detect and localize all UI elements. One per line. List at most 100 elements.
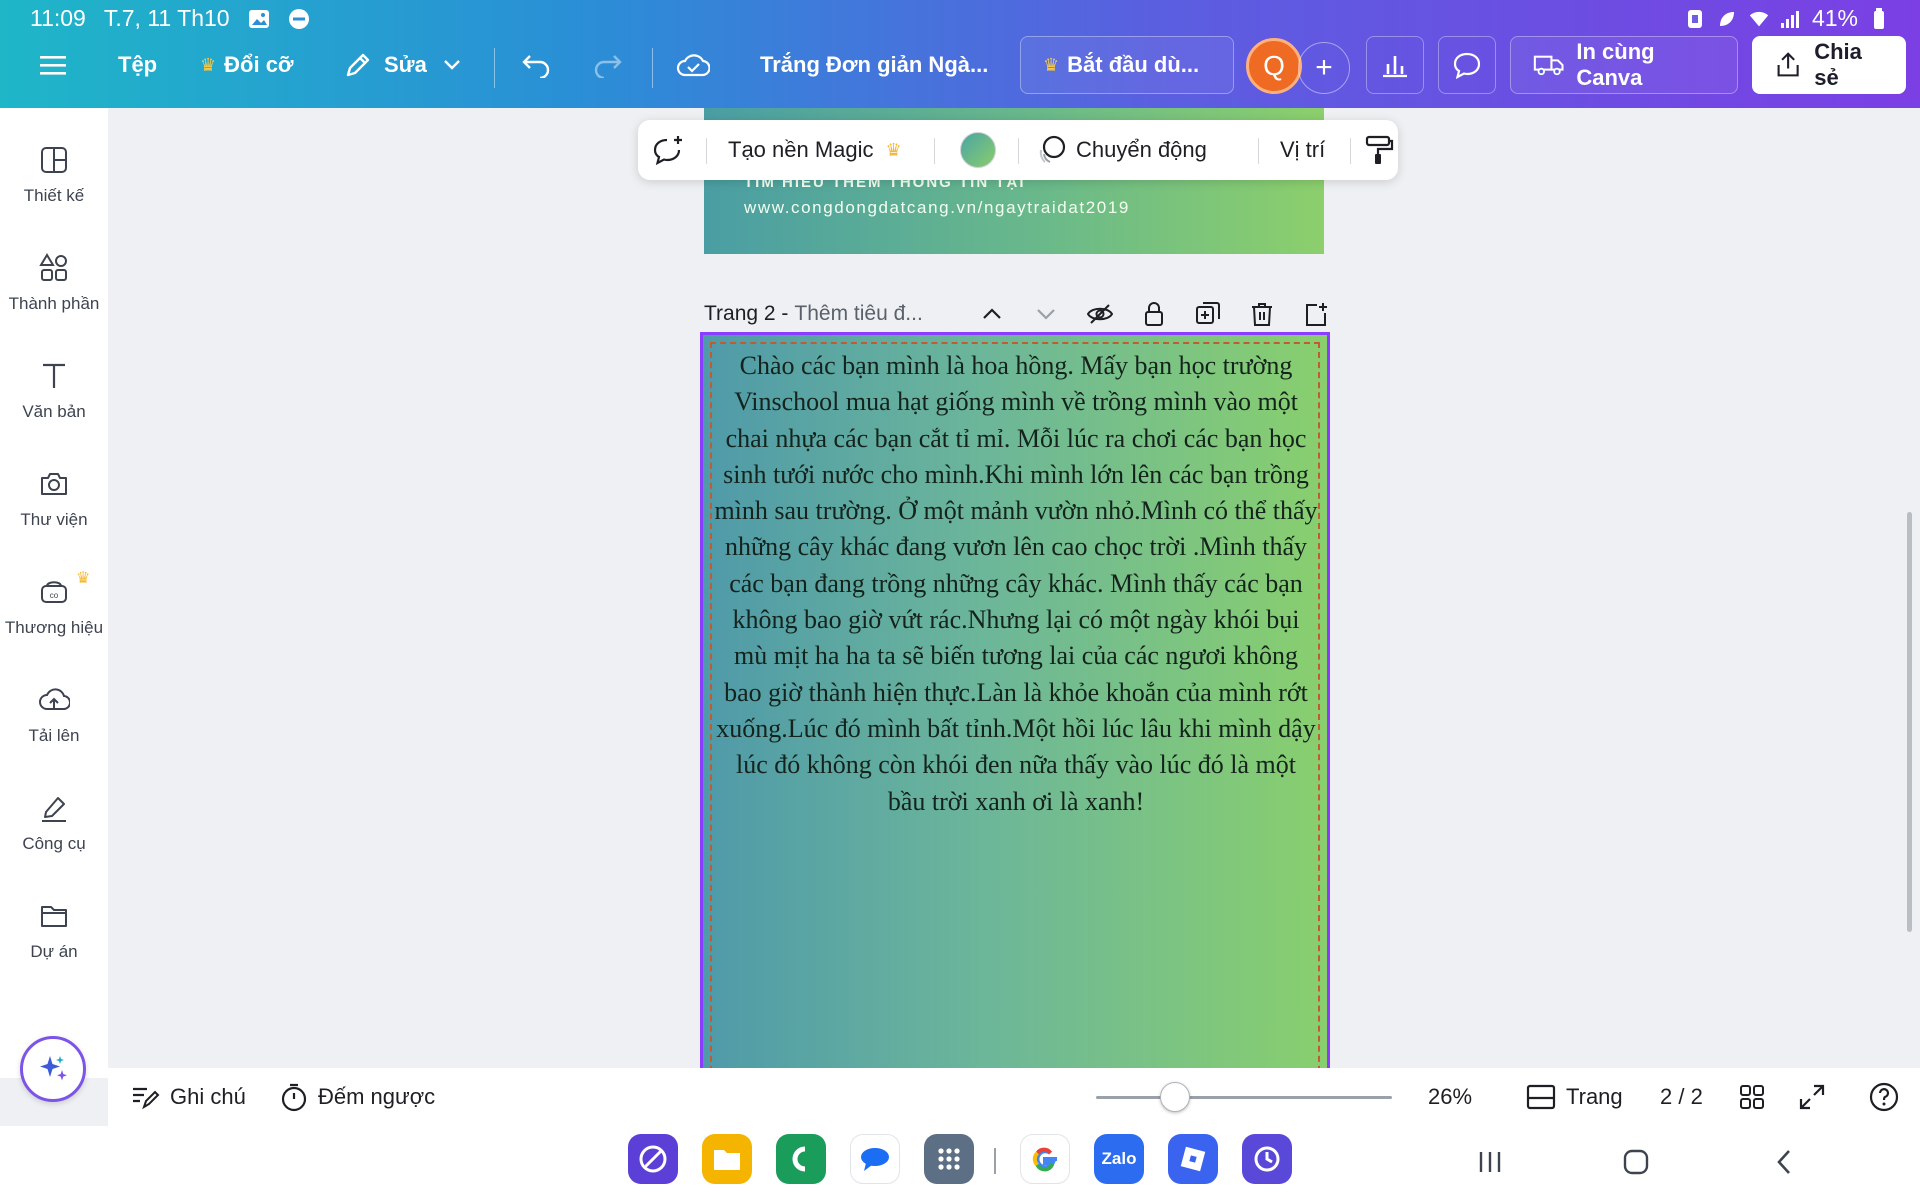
paint-roller-icon bbox=[1365, 135, 1394, 164]
nfc-icon bbox=[1684, 8, 1706, 30]
pages-button[interactable]: Trang bbox=[1526, 1068, 1623, 1126]
page-title-input[interactable]: Thêm tiêu đ... bbox=[794, 302, 922, 326]
sidebar-item-label: Công cụ bbox=[22, 834, 86, 853]
magic-background-button[interactable]: Tạo nền Magic ♛ bbox=[728, 120, 910, 180]
color-swatch bbox=[960, 132, 996, 168]
trial-label: Bắt đầu dù... bbox=[1067, 52, 1200, 77]
story-text[interactable]: Chào các bạn mình là hoa hồng. Mấy bạn h… bbox=[714, 348, 1318, 820]
pen-tool-icon bbox=[42, 797, 66, 822]
power-saving-icon bbox=[1716, 8, 1738, 30]
zalo-app-icon[interactable]: Zalo bbox=[1094, 1134, 1144, 1184]
edit-label: Sửa bbox=[384, 52, 427, 77]
dock-separator bbox=[994, 1148, 996, 1174]
add-page-button[interactable] bbox=[1300, 298, 1332, 330]
redo-button[interactable] bbox=[592, 36, 622, 94]
cloud-save-status[interactable] bbox=[676, 36, 710, 94]
sidebar-item-design[interactable]: Thiết kế bbox=[0, 144, 108, 244]
sidebar-item-label: Thương hiệu bbox=[4, 618, 104, 637]
file-menu[interactable]: Tệp bbox=[118, 36, 157, 94]
signal-icon bbox=[1780, 8, 1802, 30]
home-button[interactable] bbox=[1616, 1142, 1656, 1182]
hide-page-button[interactable] bbox=[1084, 298, 1116, 330]
resize-button[interactable]: ♛ Đổi cỡ bbox=[200, 36, 294, 94]
magic-bg-label: Tạo nền Magic bbox=[728, 137, 874, 162]
sidebar-item-label: Thiết kế bbox=[23, 186, 85, 205]
browser-app-icon[interactable] bbox=[628, 1134, 678, 1184]
layout-icon bbox=[41, 147, 67, 173]
sidebar-item-brand[interactable]: ♛ co Thương hiệu bbox=[0, 570, 108, 676]
timer-button[interactable]: Đếm ngược bbox=[280, 1068, 435, 1126]
app-header: 11:09 T.7, 11 Th10 41% Tệp ♛ Đổi cỡ Sửa … bbox=[0, 0, 1920, 108]
help-icon bbox=[1869, 1082, 1899, 1112]
page-count[interactable]: 2 / 2 bbox=[1660, 1068, 1703, 1126]
fullscreen-button[interactable] bbox=[1798, 1068, 1826, 1126]
zoom-slider-thumb[interactable] bbox=[1160, 1082, 1190, 1112]
user-avatar[interactable]: Q bbox=[1246, 37, 1302, 95]
sidebar-item-tools[interactable]: Công cụ bbox=[0, 792, 108, 892]
sidebar-item-uploads[interactable]: Tải lên bbox=[0, 684, 108, 784]
home-icon bbox=[1623, 1149, 1649, 1175]
google-app-icon[interactable] bbox=[1020, 1134, 1070, 1184]
comment-icon bbox=[1453, 52, 1481, 79]
zoom-slider-track[interactable] bbox=[1096, 1096, 1392, 1099]
page-down-button[interactable] bbox=[1030, 298, 1062, 330]
undo-button[interactable] bbox=[522, 36, 552, 94]
ai-comment-button[interactable] bbox=[652, 120, 686, 180]
app-drawer-icon[interactable] bbox=[924, 1134, 974, 1184]
help-button[interactable] bbox=[1868, 1068, 1900, 1126]
phone-app-icon[interactable] bbox=[776, 1134, 826, 1184]
animate-button[interactable]: Chuyển động bbox=[1036, 120, 1207, 180]
clock-app-icon[interactable] bbox=[1242, 1134, 1292, 1184]
sidebar-item-text[interactable]: Văn bản bbox=[0, 360, 108, 460]
delete-page-button[interactable] bbox=[1246, 298, 1278, 330]
page-2-canvas[interactable]: Chào các bạn mình là hoa hồng. Mấy bạn h… bbox=[700, 332, 1330, 1078]
cloud-check-icon bbox=[676, 54, 710, 77]
menu-button[interactable] bbox=[40, 36, 66, 94]
back-button[interactable] bbox=[1764, 1142, 1804, 1182]
status-date: T.7, 11 Th10 bbox=[103, 5, 230, 31]
sidebar-item-elements[interactable]: Thành phần bbox=[0, 252, 108, 352]
magic-assistant-button[interactable] bbox=[20, 1036, 86, 1102]
text-box-selection[interactable]: Chào các bạn mình là hoa hồng. Mấy bạn h… bbox=[710, 342, 1320, 1078]
canvas-workspace[interactable]: TÌM HIỂU THÊM THÔNG TIN TẠI www.congdong… bbox=[108, 108, 1920, 1078]
background-color-swatch[interactable] bbox=[960, 120, 996, 180]
position-button[interactable]: Vị trí bbox=[1280, 120, 1325, 180]
editor-toolbar: Tệp ♛ Đổi cỡ Sửa Trắng Đơn giản Ngà... ♛… bbox=[0, 36, 1920, 108]
share-button[interactable]: Chia sẻ bbox=[1752, 36, 1906, 94]
messages-app-icon[interactable] bbox=[850, 1134, 900, 1184]
start-trial-button[interactable]: ♛ Bắt đầu dù... bbox=[1020, 36, 1234, 94]
duplicate-page-button[interactable] bbox=[1192, 298, 1224, 330]
comments-button[interactable] bbox=[1438, 36, 1496, 94]
system-navigation-bar: Zalo bbox=[0, 1126, 1920, 1200]
eye-off-icon bbox=[1086, 304, 1114, 324]
grid-view-button[interactable] bbox=[1738, 1068, 1766, 1126]
vertical-scrollbar[interactable] bbox=[1907, 512, 1912, 932]
sidebar-item-gallery[interactable]: Thư viện bbox=[0, 468, 108, 568]
lock-icon bbox=[1145, 302, 1163, 326]
context-toolbar: Tạo nền Magic ♛ Chuyển động Vị trí bbox=[638, 120, 1398, 180]
zoom-level[interactable]: 26% bbox=[1428, 1068, 1472, 1126]
lock-page-button[interactable] bbox=[1138, 298, 1170, 330]
files-app-icon[interactable] bbox=[702, 1134, 752, 1184]
recent-apps-button[interactable] bbox=[1470, 1142, 1510, 1182]
avatar-letter: Q bbox=[1246, 38, 1302, 94]
chevron-down-icon bbox=[443, 60, 460, 70]
print-with-canva-button[interactable]: In cùng Canva bbox=[1510, 36, 1738, 94]
trash-icon bbox=[1252, 303, 1272, 326]
resize-label: Đổi cỡ bbox=[224, 52, 294, 77]
copy-style-button[interactable] bbox=[1364, 120, 1394, 180]
sidebar-item-projects[interactable]: Dự án bbox=[0, 900, 108, 1000]
insights-button[interactable] bbox=[1366, 36, 1424, 94]
shapes-icon bbox=[39, 253, 67, 281]
edit-menu[interactable]: Sửa bbox=[344, 36, 461, 94]
pages-icon bbox=[1526, 1084, 1556, 1110]
invite-button[interactable]: + bbox=[1298, 39, 1350, 97]
cloud-upload-icon bbox=[39, 688, 70, 710]
roblox-app-icon[interactable] bbox=[1168, 1134, 1218, 1184]
notes-button[interactable]: Ghi chú bbox=[130, 1068, 246, 1126]
page-up-button[interactable] bbox=[976, 298, 1008, 330]
share-icon bbox=[1777, 52, 1799, 77]
page-1-url: www.congdongdatcang.vn/ngaytraidat2019 bbox=[744, 198, 1130, 217]
document-title[interactable]: Trắng Đơn giản Ngà... bbox=[760, 36, 988, 94]
truck-icon bbox=[1533, 55, 1564, 76]
